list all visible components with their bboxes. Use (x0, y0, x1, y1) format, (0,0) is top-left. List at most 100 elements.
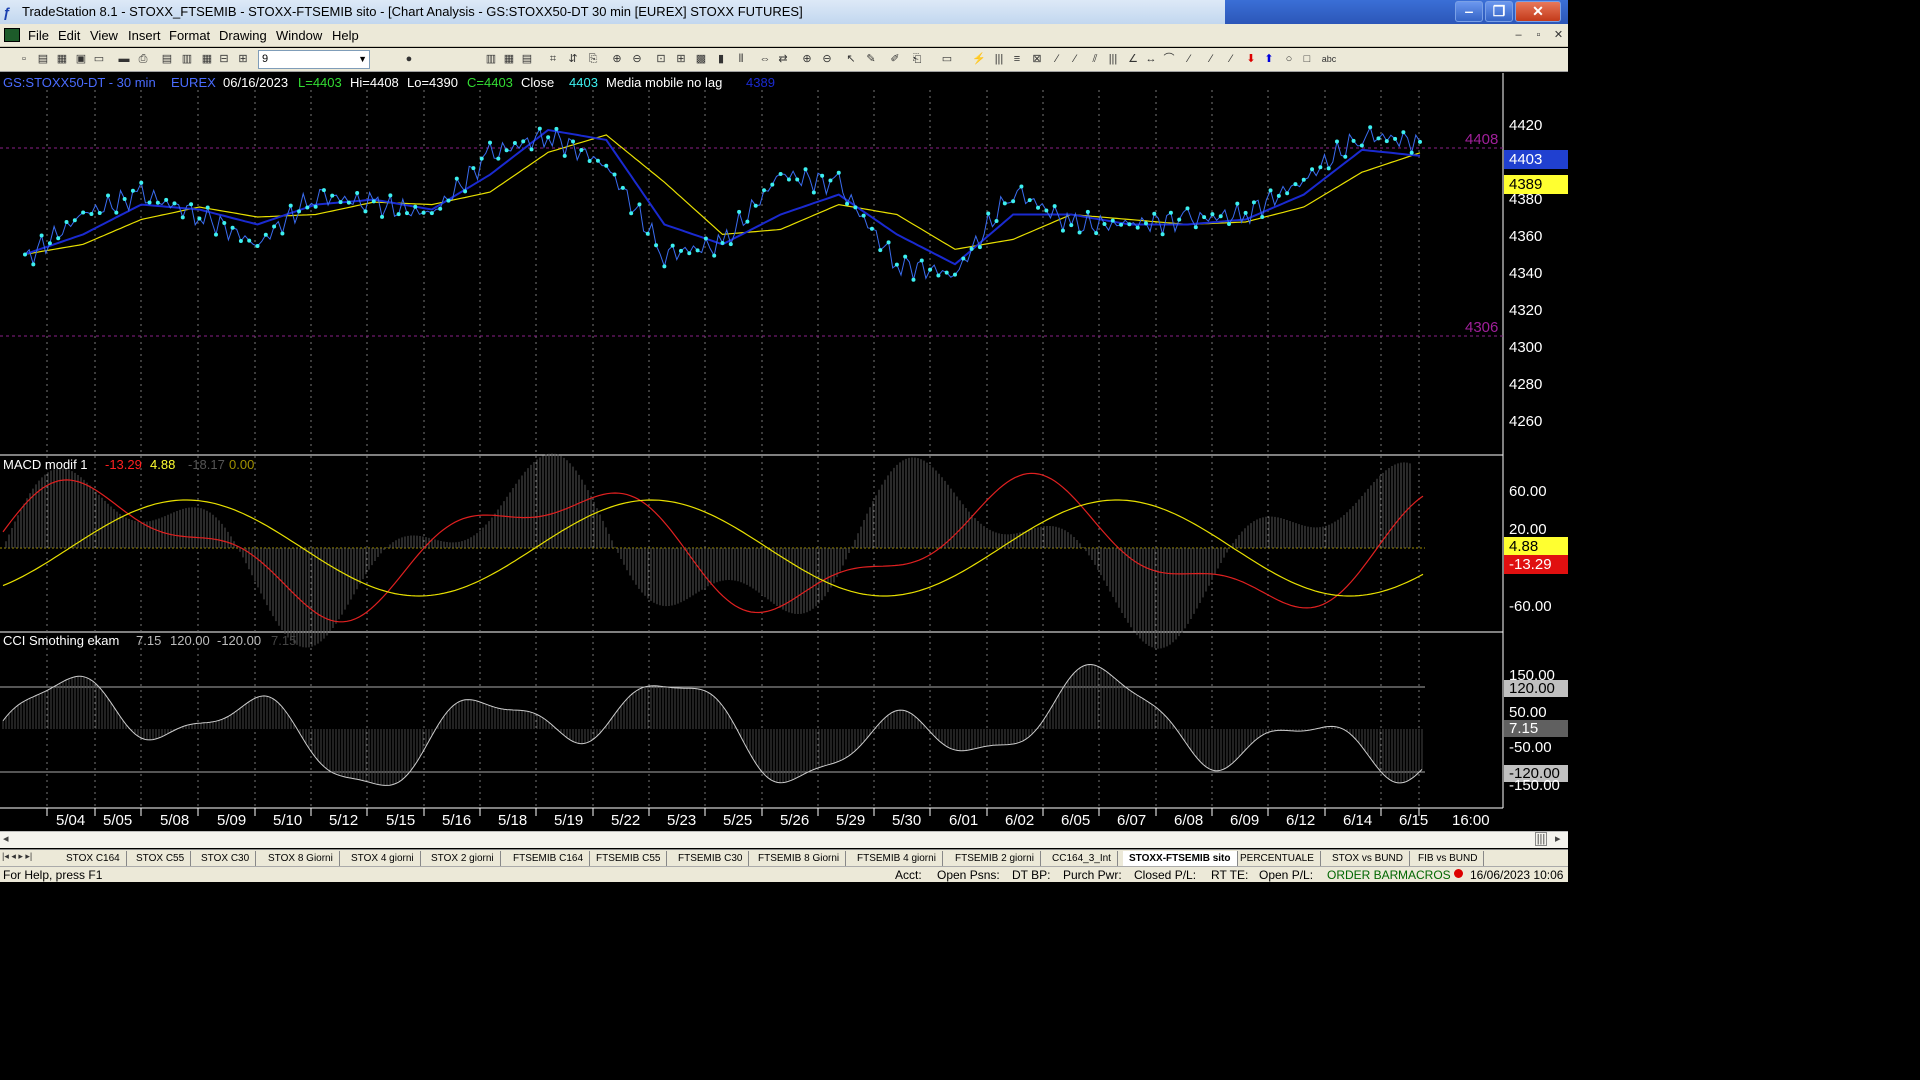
lock-icon[interactable]: ⊟ (217, 52, 231, 66)
print-preview-icon[interactable]: ⎙ (136, 52, 150, 66)
tab-ftsemib-c164[interactable]: FTSEMIB C164 (507, 851, 591, 866)
close-point (479, 156, 484, 161)
tab-stox-c30[interactable]: STOX C30 (195, 851, 257, 866)
drawing-tool-icon[interactable]: ⁄ (1182, 52, 1196, 66)
tab-stox-4-giorni[interactable]: STOX 4 giorni (345, 851, 421, 866)
chart-area[interactable] (0, 73, 1568, 830)
save-icon[interactable]: ▭ (92, 52, 106, 66)
scroll-thumb[interactable]: ||| (1535, 832, 1547, 846)
close-button[interactable]: ✕ (1515, 1, 1561, 22)
drawing-tool-icon[interactable]: ⇄ (776, 52, 790, 66)
drawing-tool-icon[interactable]: ↔ (1144, 52, 1158, 66)
menu-view[interactable]: View (90, 28, 118, 43)
tab-cc164-3-int[interactable]: CC164_3_Int (1046, 851, 1118, 866)
tab-fib-vs-bund[interactable]: FIB vs BUND (1412, 851, 1485, 866)
print-icon[interactable]: ▬ (117, 52, 131, 66)
new-icon[interactable]: ▫ (17, 52, 31, 66)
interval-select[interactable]: 9 ▼ (258, 50, 370, 69)
tab-stox-vs-bund[interactable]: STOX vs BUND (1326, 851, 1410, 866)
drawing-tool-icon[interactable]: ▩ (694, 52, 708, 66)
drawing-tool-icon[interactable]: ⊖ (630, 52, 644, 66)
drawing-tool-icon[interactable]: ▤ (520, 52, 534, 66)
tab-stox-c55[interactable]: STOX C55 (130, 851, 192, 866)
menu-file[interactable]: File (28, 28, 49, 43)
drawing-tool-icon[interactable]: ⁄ (1224, 52, 1238, 66)
drawing-tool-icon[interactable]: ⚡ (972, 52, 986, 66)
menu-window[interactable]: Window (276, 28, 322, 43)
drawing-tool-icon[interactable]: ∠ (1126, 52, 1140, 66)
zoom-icon[interactable]: ● (402, 52, 416, 66)
macros-button[interactable]: MACROS (1398, 868, 1451, 882)
chart-canvas[interactable] (0, 73, 1568, 830)
drawing-tool-icon[interactable]: ⇵ (566, 52, 580, 66)
drawing-tool-icon[interactable]: ⊕ (800, 52, 814, 66)
drawing-tool-icon[interactable]: ⊞ (674, 52, 688, 66)
menu-insert[interactable]: Insert (128, 28, 161, 43)
order-bar-button[interactable]: ORDER BAR (1327, 868, 1398, 882)
drawing-tool-icon[interactable]: ≡ (1010, 52, 1024, 66)
drawing-tool-icon[interactable]: ✐ (888, 52, 902, 66)
drawing-tool-icon[interactable]: ▦ (502, 52, 516, 66)
drawing-tool-icon[interactable]: ↖ (844, 52, 858, 66)
chart-icon[interactable]: ▤ (160, 52, 174, 66)
tab-stox-8-giorni[interactable]: STOX 8 Giorni (262, 851, 340, 866)
drawing-tool-icon[interactable]: ⫴ (734, 52, 748, 66)
scroll-left-icon[interactable]: ◂ (3, 832, 9, 845)
tab-ftsemib-c30[interactable]: FTSEMIB C30 (672, 851, 750, 866)
drawing-tool-icon[interactable]: ⌒ (1162, 52, 1176, 66)
menu-help[interactable]: Help (332, 28, 359, 43)
chart-symbol: GS:STOXX50-DT - 30 min (3, 75, 156, 90)
drawing-tool-icon[interactable]: ||| (1106, 52, 1120, 66)
drawing-tool-icon[interactable]: ○ (1282, 52, 1296, 66)
close-point (371, 199, 376, 204)
open-icon[interactable]: ▤ (36, 52, 50, 66)
tab-ftsemib-c55[interactable]: FTSEMIB C55 (590, 851, 668, 866)
drawing-tool-icon[interactable]: ⬇ (1244, 52, 1258, 66)
mdi-close-button[interactable]: ✕ (1550, 27, 1567, 43)
drawing-tool-icon[interactable]: ▮ (714, 52, 728, 66)
tab-ftsemib-4-giorni[interactable]: FTSEMIB 4 giorni (851, 851, 943, 866)
tab-stox-2-giorni[interactable]: STOX 2 giorni (425, 851, 501, 866)
chart-window-icon[interactable] (4, 28, 20, 42)
macd-value-box: -13.29 (1504, 555, 1568, 574)
scroll-right-icon[interactable]: ▸ (1555, 832, 1561, 845)
mdi-restore-button[interactable]: ▫ (1530, 27, 1547, 43)
tab-stox-c164[interactable]: STOX C164 (60, 851, 127, 866)
drawing-tool-icon[interactable]: ∕ (1204, 52, 1218, 66)
drawing-tool-icon[interactable]: abc (1318, 52, 1340, 66)
drawing-tool-icon[interactable]: ⎗ (910, 52, 924, 66)
drawing-tool-icon[interactable]: □ (1300, 52, 1314, 66)
tab-ftsemib-8-giorni[interactable]: FTSEMIB 8 Giorni (752, 851, 847, 866)
drawing-tool-icon[interactable]: ⫽ (1088, 52, 1102, 66)
tab-nav-icons[interactable]: |◂ ◂ ▸ ▸| (2, 851, 32, 862)
open-workspace-icon[interactable]: ▦ (55, 52, 69, 66)
tab-percentuale[interactable]: PERCENTUALE (1234, 851, 1321, 866)
tab-ftsemib-2-giorni[interactable]: FTSEMIB 2 giorni (949, 851, 1041, 866)
drawing-tool-icon[interactable]: ▥ (484, 52, 498, 66)
drawing-tool-icon[interactable]: ⌗ (546, 52, 560, 66)
drawing-tool-icon[interactable]: ⊡ (654, 52, 668, 66)
drawing-tool-icon[interactable]: ∕ (1050, 52, 1064, 66)
tab-stoxx-ftsemib-sito[interactable]: STOXX-FTSEMIB sito (1123, 851, 1238, 866)
drawing-tool-icon[interactable]: ⊠ (1030, 52, 1044, 66)
drawing-tool-icon[interactable]: ⊖ (820, 52, 834, 66)
minimize-button[interactable]: ‒ (1455, 1, 1483, 22)
menu-format[interactable]: Format (169, 28, 210, 43)
drawing-tool-icon[interactable]: ||| (992, 52, 1006, 66)
horizontal-scrollbar[interactable]: ◂ ||| ▸ (0, 831, 1568, 848)
menu-drawing[interactable]: Drawing (219, 28, 267, 43)
mdi-minimize-button[interactable]: ‒ (1510, 27, 1527, 43)
drawing-tool-icon[interactable]: ▭ (940, 52, 954, 66)
chart-2-icon[interactable]: ▥ (180, 52, 194, 66)
macro-icon[interactable]: ⊞ (236, 52, 250, 66)
new-window-icon[interactable]: ▣ (74, 52, 88, 66)
drawing-tool-icon[interactable]: ⬆ (1262, 52, 1276, 66)
drawing-tool-icon[interactable]: ⇔ (758, 52, 772, 66)
drawing-tool-icon[interactable]: ⎘ (586, 52, 600, 66)
menu-edit[interactable]: Edit (58, 28, 80, 43)
drawing-tool-icon[interactable]: ⁄ (1068, 52, 1082, 66)
drawing-tool-icon[interactable]: ⊕ (610, 52, 624, 66)
drawing-tool-icon[interactable]: ✎ (864, 52, 878, 66)
maximize-button[interactable]: ❐ (1485, 1, 1513, 22)
radar-icon[interactable]: ▦ (200, 52, 214, 66)
